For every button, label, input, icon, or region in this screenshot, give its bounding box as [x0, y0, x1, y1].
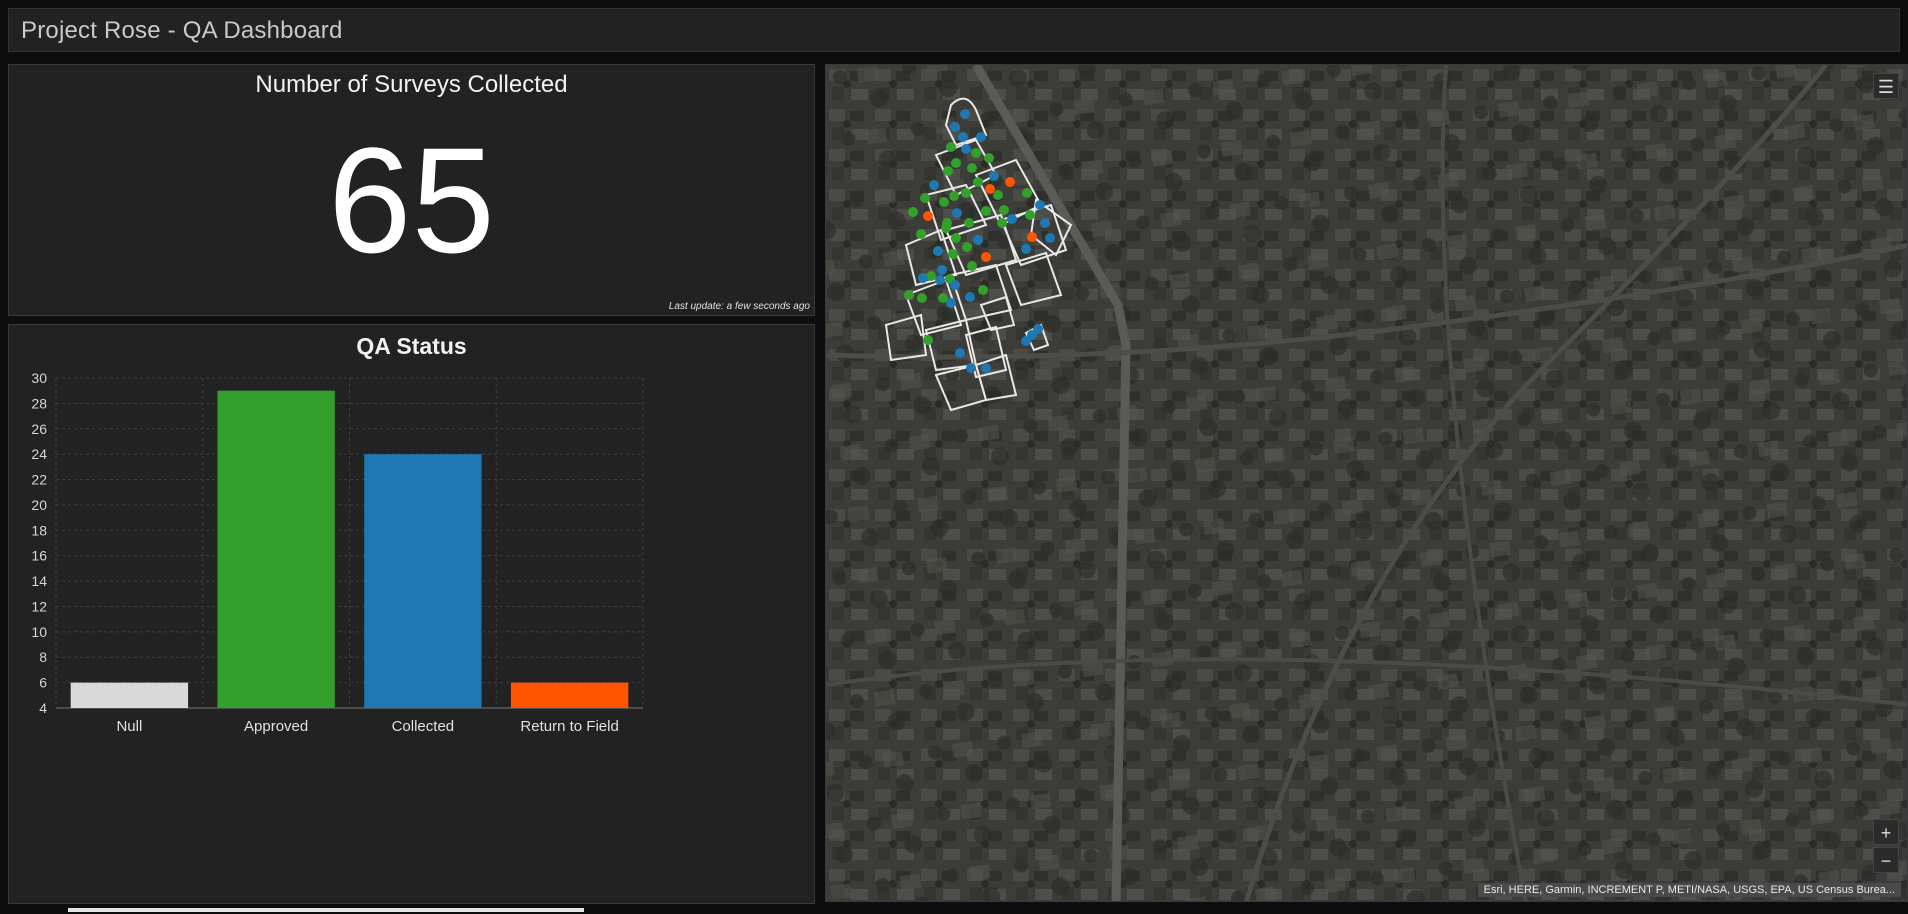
x-tick-label: Null	[116, 718, 142, 735]
survey-point[interactable]	[971, 148, 981, 158]
survey-point[interactable]	[1045, 233, 1055, 243]
survey-point[interactable]	[999, 205, 1009, 215]
qa-status-bar-chart: 4 6 8 10 12 14 16 18 20 22 24 26 28 30 Null Approved Col…	[31, 370, 644, 735]
y-tick-label: 4	[39, 700, 47, 716]
survey-point[interactable]	[967, 163, 977, 173]
survey-point[interactable]	[904, 290, 914, 300]
y-tick-label: 20	[31, 497, 47, 513]
survey-point[interactable]	[981, 206, 991, 216]
y-tick-label: 22	[31, 472, 47, 488]
indicator-title: Number of Surveys Collected	[255, 71, 568, 98]
survey-point[interactable]	[958, 132, 968, 142]
survey-point[interactable]	[1005, 177, 1015, 187]
y-tick-label: 8	[39, 649, 47, 665]
survey-point[interactable]	[948, 249, 958, 259]
survey-point[interactable]	[952, 208, 962, 218]
survey-point[interactable]	[967, 261, 977, 271]
survey-point[interactable]	[917, 293, 927, 303]
survey-point[interactable]	[984, 153, 994, 163]
y-tick-label: 30	[31, 370, 47, 386]
map-panel[interactable]: ☰ + − Esri, HERE, Garmin, INCREMENT P, M…	[825, 64, 1908, 902]
survey-point[interactable]	[941, 223, 951, 233]
survey-point[interactable]	[918, 273, 928, 283]
survey-point[interactable]	[951, 233, 961, 243]
x-tick-label: Approved	[244, 718, 308, 735]
survey-point[interactable]	[937, 265, 947, 275]
x-tick-label: Collected	[392, 718, 455, 735]
survey-point[interactable]	[964, 218, 974, 228]
survey-point[interactable]	[978, 285, 988, 295]
bar-collected[interactable]	[364, 454, 482, 708]
survey-point[interactable]	[955, 348, 965, 358]
survey-point[interactable]	[981, 363, 991, 373]
indicator-value: 65	[328, 116, 495, 284]
survey-point[interactable]	[920, 193, 930, 203]
survey-point[interactable]	[1027, 330, 1037, 340]
y-tick-label: 14	[31, 573, 47, 589]
survey-point[interactable]	[943, 166, 953, 176]
survey-point[interactable]	[908, 207, 918, 217]
dashboard-header: Project Rose - QA Dashboard	[8, 8, 1900, 52]
qa-status-chart-panel: QA Status 4 6 8 10 12 14 16 18 20 22 24 26 28 30 Null A…	[8, 324, 815, 904]
list-icon: ☰	[1877, 77, 1895, 97]
survey-point[interactable]	[933, 246, 943, 256]
survey-point[interactable]	[916, 229, 926, 239]
survey-point[interactable]	[939, 197, 949, 207]
survey-point[interactable]	[989, 171, 999, 181]
survey-point[interactable]	[950, 122, 960, 132]
y-tick-label: 6	[39, 675, 47, 691]
survey-point[interactable]	[961, 144, 971, 154]
survey-point[interactable]	[1025, 210, 1035, 220]
survey-point[interactable]	[923, 335, 933, 345]
y-tick-label: 26	[31, 421, 47, 437]
y-tick-label: 12	[31, 598, 47, 614]
dashboard-title: Project Rose - QA Dashboard	[21, 17, 343, 44]
y-tick-label: 18	[31, 522, 47, 538]
map-attribution: Esri, HERE, Garmin, INCREMENT P, METI/NA…	[1477, 883, 1901, 897]
bar-return-to-field[interactable]	[510, 682, 629, 708]
survey-point[interactable]	[1007, 214, 1017, 224]
x-tick-label: Return to Field	[520, 718, 618, 735]
survey-point[interactable]	[985, 184, 995, 194]
survey-point[interactable]	[973, 235, 983, 245]
survey-point[interactable]	[1021, 244, 1031, 254]
survey-point[interactable]	[923, 211, 933, 221]
survey-point[interactable]	[966, 363, 976, 373]
survey-point[interactable]	[965, 292, 975, 302]
survey-point[interactable]	[976, 132, 986, 142]
survey-point[interactable]	[1040, 218, 1050, 228]
y-tick-label: 24	[31, 446, 47, 462]
scroll-indicator	[68, 908, 584, 912]
y-tick-label: 28	[31, 395, 47, 411]
survey-point[interactable]	[949, 191, 959, 201]
survey-point[interactable]	[935, 275, 945, 285]
survey-point[interactable]	[997, 218, 1007, 228]
survey-point[interactable]	[961, 188, 971, 198]
legend-button[interactable]: ☰	[1873, 73, 1899, 99]
bar-approved[interactable]	[217, 390, 335, 708]
y-tick-label: 16	[31, 548, 47, 564]
y-tick-label: 10	[31, 624, 47, 640]
survey-point[interactable]	[929, 180, 939, 190]
zoom-in-button[interactable]: +	[1873, 819, 1899, 845]
satellite-map[interactable]	[826, 65, 1908, 902]
survey-point[interactable]	[946, 298, 956, 308]
survey-point[interactable]	[1027, 232, 1037, 242]
survey-point[interactable]	[981, 252, 991, 262]
survey-point[interactable]	[960, 109, 970, 119]
survey-point[interactable]	[993, 190, 1003, 200]
survey-point[interactable]	[1022, 188, 1032, 198]
survey-point[interactable]	[962, 242, 972, 252]
survey-point[interactable]	[951, 158, 961, 168]
last-update-text: Last update: a few seconds ago	[668, 301, 810, 312]
survey-point[interactable]	[973, 177, 983, 187]
survey-point[interactable]	[946, 142, 956, 152]
survey-point[interactable]	[1035, 200, 1045, 210]
zoom-out-button[interactable]: −	[1873, 847, 1899, 873]
surveys-indicator-panel: Number of Surveys Collected 65 Last upda…	[8, 64, 815, 316]
survey-point[interactable]	[950, 280, 960, 290]
bar-null[interactable]	[70, 682, 189, 708]
